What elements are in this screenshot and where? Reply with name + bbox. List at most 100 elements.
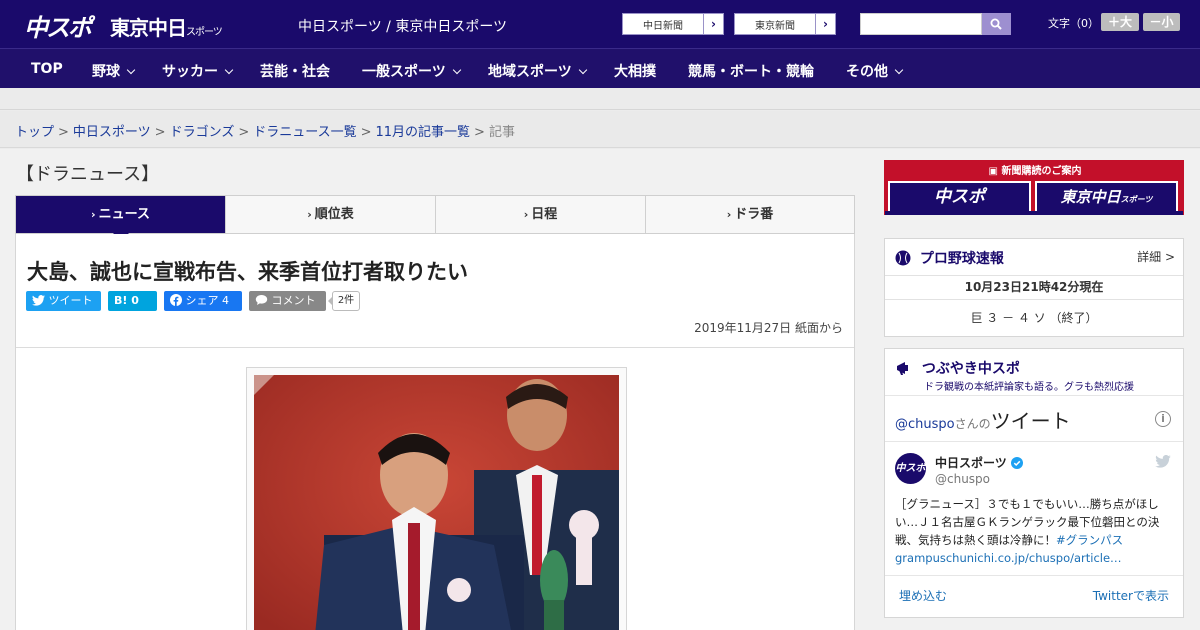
chevron-right-icon: › bbox=[91, 208, 96, 221]
tokyo-shimbun-link[interactable]: 東京新聞 › bbox=[734, 13, 836, 35]
nav-item-sumo[interactable]: 大相撲 bbox=[614, 61, 656, 81]
nav-item-soccer[interactable]: サッカー bbox=[162, 61, 234, 81]
chevron-right-icon: › bbox=[307, 208, 312, 221]
nav-label: 大相撲 bbox=[614, 64, 656, 80]
breadcrumb-link[interactable]: 中日スポーツ bbox=[73, 125, 151, 140]
twitter-bird-icon bbox=[32, 294, 45, 306]
nav-label: 芸能・社会 bbox=[260, 64, 330, 80]
nav-item-other[interactable]: その他 bbox=[846, 61, 904, 81]
hatena-icon: B! bbox=[114, 294, 128, 307]
breadcrumb-link[interactable]: トップ bbox=[15, 125, 54, 140]
tsubuyaki-title-text: つぶやき中スポ bbox=[921, 361, 1020, 377]
nav-label: 一般スポーツ bbox=[362, 64, 446, 80]
nav-label: その他 bbox=[846, 64, 888, 80]
hatena-count: 0 bbox=[131, 294, 139, 307]
pro-baseball-title: プロ野球速報 bbox=[895, 248, 1004, 268]
site-names: 中日スポーツ / 東京中日スポーツ bbox=[298, 19, 508, 35]
chuspo-avatar[interactable]: 中スポ bbox=[895, 453, 926, 484]
facebook-share-label: シェア bbox=[185, 294, 219, 307]
breadcrumb-link[interactable]: ドラゴンズ bbox=[170, 125, 235, 140]
comment-label: コメント bbox=[271, 294, 316, 307]
tsubuyaki-subtitle: ドラ観戦の本紙評論家も語る。グラも熱烈応援 bbox=[924, 382, 1134, 393]
article-photo[interactable] bbox=[254, 375, 619, 630]
breadcrumb: トップ > 中日スポーツ > ドラゴンズ > ドラニュース一覧 >11月の記事一覧 > 記事 bbox=[15, 121, 515, 140]
tweet-label: ツイート bbox=[48, 294, 93, 307]
subscription-banner: ▣ 新聞購読のご案内 中スポ 東京中日スポーツ bbox=[884, 160, 1184, 215]
nav-item-general-sports[interactable]: 一般スポーツ bbox=[362, 61, 461, 81]
ad-strip bbox=[0, 88, 1200, 110]
tsubuyaki-divider bbox=[885, 395, 1183, 396]
pro-baseball-box: プロ野球速報 詳細 > 10月23日21時42分現在 巨 ３ － ４ ソ （終了… bbox=[884, 238, 1184, 337]
subscribe-tokyo-chunichi-button[interactable]: 東京中日スポーツ bbox=[1035, 181, 1178, 213]
tweet-link[interactable]: grampuschunichi.co.jp/chuspo/article… bbox=[895, 551, 1122, 565]
baseball-score[interactable]: 巨 ３ － ４ ソ （終了） bbox=[885, 299, 1183, 336]
account-name-text: 中日スポーツ bbox=[935, 456, 1007, 470]
paper-link-label: 東京新聞 bbox=[755, 21, 795, 32]
tab-news[interactable]: › ニュース bbox=[16, 196, 226, 241]
tweets-divider bbox=[885, 441, 1183, 442]
main-content: 【ドラニュース】 › ニュース › 順位表 › 日程 › ドラ番 大島、誠也に宣戦布告、… bbox=[0, 149, 1200, 630]
nav-item-top[interactable]: TOP bbox=[31, 61, 63, 77]
tweets-handle[interactable]: @chuspo bbox=[895, 417, 955, 432]
info-icon[interactable]: i bbox=[1155, 411, 1171, 427]
search-button[interactable] bbox=[982, 13, 1011, 35]
facebook-share-button[interactable]: シェア 4 bbox=[164, 291, 242, 311]
breadcrumb-separator: > bbox=[58, 125, 69, 140]
baseball-detail-link[interactable]: 詳細 > bbox=[1137, 248, 1175, 265]
nav-label: 地域スポーツ bbox=[488, 64, 572, 80]
embed-link[interactable]: 埋め込む bbox=[899, 587, 947, 604]
chevron-right-icon: › bbox=[523, 208, 529, 221]
tab-label: 順位表 bbox=[314, 207, 354, 222]
nav-item-entertainment[interactable]: 芸能・社会 bbox=[260, 61, 330, 81]
breadcrumb-separator: > bbox=[238, 125, 250, 140]
breadcrumb-separator: > bbox=[360, 125, 372, 140]
tsubuyaki-title: つぶやき中スポ bbox=[895, 358, 1020, 378]
account-handle[interactable]: @chuspo bbox=[935, 472, 990, 486]
comment-count-badge[interactable]: 2件 bbox=[328, 291, 360, 311]
paper-link-label: 中日新聞 bbox=[643, 21, 683, 32]
subscription-underline bbox=[885, 211, 1183, 215]
tab-schedule[interactable]: › 日程 bbox=[436, 196, 646, 233]
breadcrumb-current: 記事 bbox=[488, 125, 515, 140]
font-smaller-button[interactable]: －小 bbox=[1143, 13, 1180, 31]
tokyo-chunichi-logo[interactable]: 東京中日スポーツ bbox=[110, 12, 223, 41]
chunichi-shimbun-link[interactable]: 中日新聞 › bbox=[622, 13, 724, 35]
megaphone-icon bbox=[897, 362, 908, 375]
subscribe-tokyo-label: 東京中日 bbox=[1060, 188, 1121, 206]
nav-item-baseball[interactable]: 野球 bbox=[92, 61, 136, 81]
verified-badge-icon bbox=[1010, 456, 1023, 469]
facebook-share-count: 4 bbox=[222, 294, 229, 307]
breadcrumb-link[interactable]: 11月の記事一覧 bbox=[376, 125, 471, 140]
chevron-down-icon bbox=[452, 65, 461, 75]
article: 大島、誠也に宣戦布告、来季首位打者取りたい ツイート B! 0 シェア 4 コメ… bbox=[15, 234, 855, 630]
twitter-bird-icon[interactable] bbox=[1155, 455, 1171, 468]
tsubuyaki-chuspo-box: つぶやき中スポ ドラ観戦の本紙評論家も語る。グラも熱烈応援 @chuspoさんの… bbox=[884, 348, 1184, 618]
nav-item-racing[interactable]: 競馬・ボート・競輪 bbox=[688, 61, 814, 81]
font-bigger-button[interactable]: ＋大 bbox=[1101, 13, 1139, 31]
search-input[interactable] bbox=[860, 13, 982, 35]
subscribe-chuspo-button[interactable]: 中スポ bbox=[888, 181, 1031, 213]
nav-label: 野球 bbox=[92, 64, 120, 80]
tab-standings[interactable]: › 順位表 bbox=[226, 196, 436, 233]
chuspo-logo[interactable]: 中スポ bbox=[24, 8, 92, 43]
chevron-right-icon: › bbox=[815, 14, 835, 34]
hatena-bookmark-button[interactable]: B! 0 bbox=[108, 291, 157, 311]
breadcrumb-link[interactable]: ドラニュース一覧 bbox=[253, 125, 356, 140]
account-name[interactable]: 中日スポーツ bbox=[935, 454, 1023, 471]
tweet-hashtag[interactable]: #グランパス bbox=[1056, 533, 1123, 547]
chevron-down-icon bbox=[578, 65, 587, 75]
article-date: 2019年11月27日 紙面から bbox=[694, 321, 843, 335]
font-size-label: 文字（0） bbox=[1048, 17, 1099, 30]
view-on-twitter-link[interactable]: Twitterで表示 bbox=[1093, 587, 1169, 604]
comment-button[interactable]: コメント bbox=[249, 291, 326, 311]
chevron-down-icon bbox=[126, 65, 136, 75]
nav-item-local-sports[interactable]: 地域スポーツ bbox=[488, 61, 587, 81]
tweets-header: @chuspoさんのツイート bbox=[895, 405, 1071, 434]
tweets-word: ツイート bbox=[990, 409, 1071, 433]
chevron-right-icon: › bbox=[726, 208, 732, 221]
tweet-button[interactable]: ツイート bbox=[26, 291, 101, 311]
nav-label: サッカー bbox=[162, 64, 218, 80]
tab-dora-ban[interactable]: › ドラ番 bbox=[646, 196, 854, 233]
chevron-down-icon bbox=[894, 65, 904, 75]
main-nav: TOP 野球 サッカー 芸能・社会 一般スポーツ 地域スポーツ 大相撲 競馬・ボ… bbox=[0, 48, 1200, 88]
